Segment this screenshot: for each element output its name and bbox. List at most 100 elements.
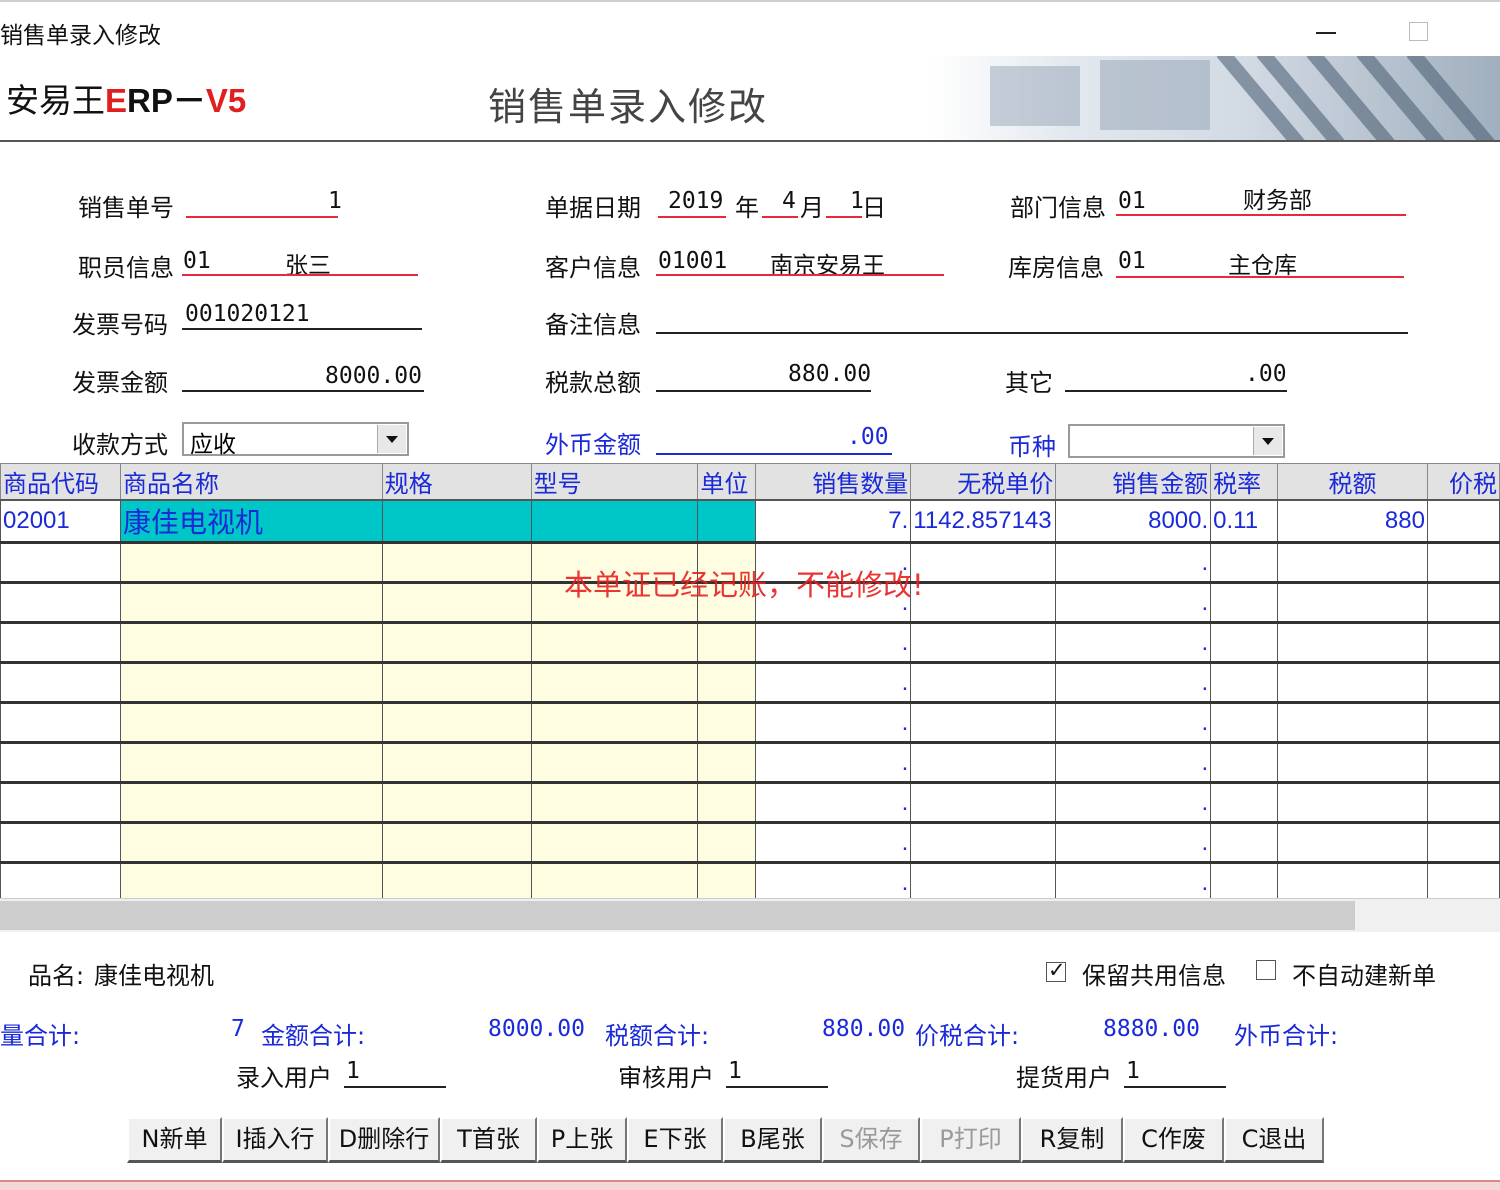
- table-cell[interactable]: [910, 582, 1057, 624]
- table-cell[interactable]: [1426, 582, 1500, 624]
- table-cell[interactable]: [381, 742, 532, 784]
- table-cell[interactable]: [530, 742, 699, 784]
- fx-amount-field[interactable]: [656, 453, 892, 455]
- no-auto-new-checkbox[interactable]: [1256, 960, 1276, 980]
- table-cell[interactable]: [1426, 742, 1500, 784]
- other-field[interactable]: [1065, 390, 1287, 392]
- table-cell[interactable]: [530, 782, 699, 824]
- table-cell[interactable]: [381, 782, 532, 824]
- table-cell[interactable]: [1426, 622, 1500, 664]
- col-header-code[interactable]: 商品代码: [0, 463, 121, 501]
- keep-shared-label[interactable]: 保留共用信息: [1082, 956, 1226, 991]
- copy-button[interactable]: R复制: [1021, 1117, 1123, 1163]
- table-cell[interactable]: .: [1055, 862, 1212, 904]
- sales-no-field[interactable]: [186, 216, 338, 218]
- doc-date-day-field[interactable]: [826, 216, 862, 218]
- table-cell[interactable]: [1277, 662, 1428, 704]
- table-cell[interactable]: [381, 662, 532, 704]
- table-cell[interactable]: .: [755, 702, 912, 744]
- table-cell[interactable]: [119, 702, 383, 744]
- table-cell[interactable]: .: [755, 622, 912, 664]
- table-cell[interactable]: [381, 862, 532, 904]
- table-cell[interactable]: [910, 742, 1057, 784]
- warehouse-field[interactable]: [1116, 276, 1404, 278]
- table-row[interactable]: ..: [0, 702, 1500, 744]
- table-cell[interactable]: [910, 862, 1057, 904]
- table-cell[interactable]: [0, 582, 121, 624]
- cell-total[interactable]: [1426, 500, 1500, 544]
- dept-code[interactable]: 01: [1118, 188, 1146, 214]
- doc-date-year-field[interactable]: [658, 216, 726, 218]
- table-cell[interactable]: .: [1055, 542, 1212, 584]
- table-cell[interactable]: [697, 702, 757, 744]
- table-cell[interactable]: [381, 702, 532, 744]
- table-cell[interactable]: [0, 622, 121, 664]
- table-cell[interactable]: [1426, 862, 1500, 904]
- prev-button[interactable]: P上张: [537, 1117, 627, 1163]
- table-cell[interactable]: .: [1055, 782, 1212, 824]
- table-cell[interactable]: [1277, 862, 1428, 904]
- staff-field[interactable]: [182, 274, 418, 276]
- table-cell[interactable]: [697, 662, 757, 704]
- table-row[interactable]: ..: [0, 622, 1500, 664]
- void-button[interactable]: C作废: [1123, 1117, 1224, 1163]
- table-cell[interactable]: [1277, 582, 1428, 624]
- scrollbar-thumb[interactable]: [0, 901, 1355, 930]
- invoice-no-field[interactable]: [182, 328, 422, 330]
- table-cell[interactable]: [381, 542, 532, 584]
- cell-qty[interactable]: 7.: [755, 500, 912, 544]
- table-cell[interactable]: [697, 862, 757, 904]
- table-row[interactable]: ..: [0, 862, 1500, 904]
- save-button[interactable]: S保存: [822, 1117, 920, 1163]
- no-auto-new-label[interactable]: 不自动建新单: [1292, 956, 1436, 991]
- invoice-amount-field[interactable]: [182, 390, 424, 392]
- table-cell[interactable]: [697, 622, 757, 664]
- exit-button[interactable]: C退出: [1224, 1117, 1324, 1163]
- tax-total-field[interactable]: [656, 390, 871, 392]
- table-cell[interactable]: [1426, 822, 1500, 864]
- table-cell[interactable]: .: [1055, 582, 1212, 624]
- customer-field[interactable]: [656, 274, 944, 276]
- table-cell[interactable]: [910, 662, 1057, 704]
- col-header-price[interactable]: 无税单价: [910, 463, 1057, 501]
- staff-code[interactable]: 01: [183, 248, 211, 274]
- table-cell[interactable]: [381, 822, 532, 864]
- table-cell[interactable]: [0, 742, 121, 784]
- table-cell[interactable]: .: [1055, 622, 1212, 664]
- table-cell[interactable]: [530, 862, 699, 904]
- cell-amount[interactable]: 8000.: [1055, 500, 1212, 544]
- table-cell[interactable]: [1277, 702, 1428, 744]
- payment-select[interactable]: 应收: [182, 422, 409, 458]
- invoice-amount-value[interactable]: 8000.00: [325, 363, 422, 389]
- customer-code[interactable]: 01001: [658, 248, 727, 274]
- table-cell[interactable]: [910, 782, 1057, 824]
- table-cell[interactable]: [910, 822, 1057, 864]
- table-cell[interactable]: [530, 822, 699, 864]
- doc-date-month-field[interactable]: [762, 216, 798, 218]
- table-cell[interactable]: [119, 542, 383, 584]
- horizontal-scrollbar[interactable]: [0, 898, 1500, 932]
- col-header-name[interactable]: 商品名称: [119, 463, 383, 501]
- table-cell[interactable]: [119, 862, 383, 904]
- last-button[interactable]: B尾张: [723, 1117, 822, 1163]
- table-row[interactable]: ..: [0, 742, 1500, 784]
- fx-amount-value[interactable]: .00: [847, 424, 889, 450]
- table-cell[interactable]: .: [755, 862, 912, 904]
- cell-spec[interactable]: [381, 500, 532, 544]
- table-cell[interactable]: [530, 662, 699, 704]
- col-header-spec[interactable]: 规格: [381, 463, 532, 501]
- insert-row-button[interactable]: I插入行: [222, 1117, 328, 1163]
- table-cell[interactable]: [910, 542, 1057, 584]
- maximize-icon[interactable]: [1395, 8, 1447, 52]
- table-cell[interactable]: .: [1055, 742, 1212, 784]
- table-cell[interactable]: [1210, 822, 1279, 864]
- table-cell[interactable]: [1210, 702, 1279, 744]
- cell-rate[interactable]: 0.11: [1210, 500, 1279, 544]
- col-header-unit[interactable]: 单位: [697, 463, 757, 501]
- tax-total-value[interactable]: 880.00: [788, 361, 871, 387]
- cell-unit[interactable]: [697, 500, 757, 544]
- table-cell[interactable]: [381, 622, 532, 664]
- table-cell[interactable]: [1277, 742, 1428, 784]
- table-cell[interactable]: [0, 662, 121, 704]
- table-cell[interactable]: [1210, 742, 1279, 784]
